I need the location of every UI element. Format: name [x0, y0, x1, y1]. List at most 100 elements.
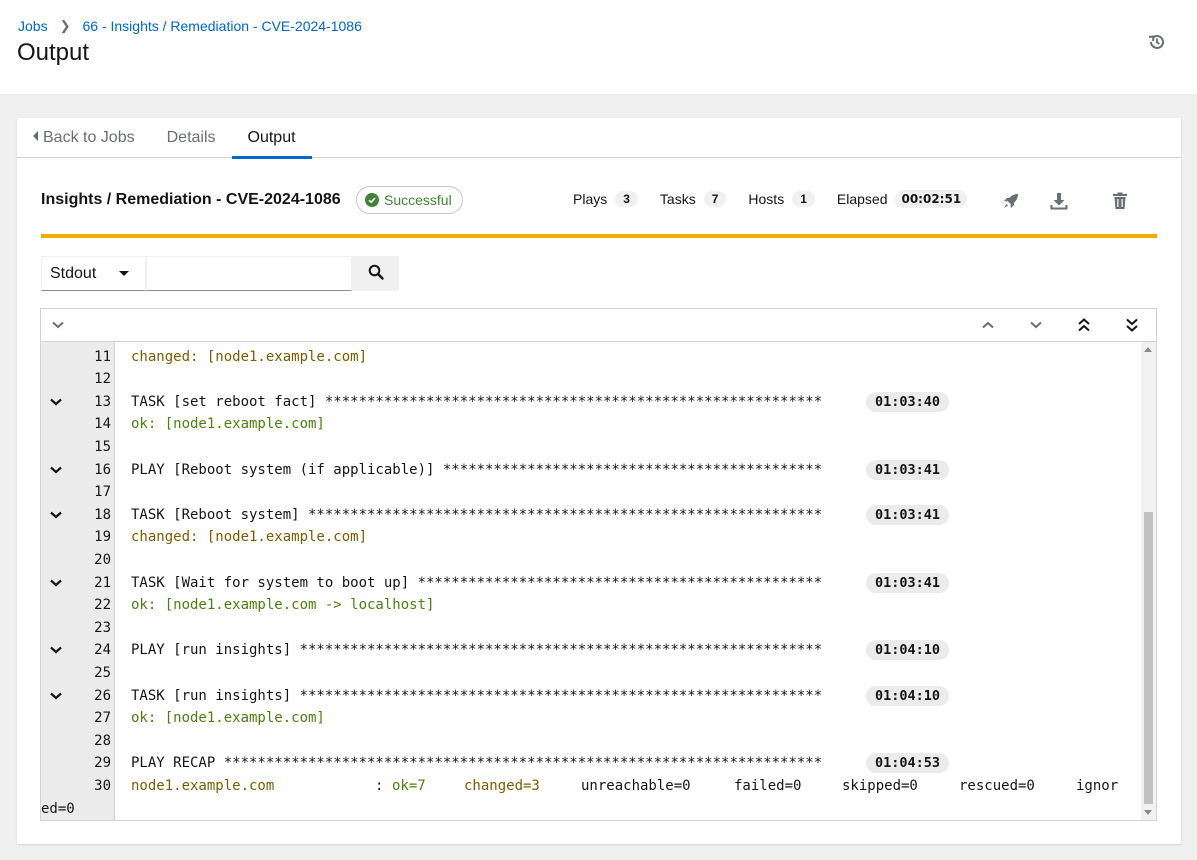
output-line: 17	[41, 481, 1141, 504]
output-line: 20	[41, 549, 1141, 572]
trash-icon[interactable]	[1110, 191, 1130, 211]
page-title: Output	[17, 39, 90, 66]
job-output-card: Back to Jobs Details Output Insights / R…	[17, 118, 1181, 844]
chevron-down-icon[interactable]	[49, 639, 63, 661]
check-circle-icon	[365, 193, 379, 207]
line-text: PLAY RECAP *****************************…	[131, 755, 823, 772]
line-text: TASK [set reboot fact] *****************…	[131, 393, 823, 410]
line-timestamp: 01:03:41	[866, 572, 950, 593]
output-line: 24 PLAY [run insights] ******************…	[41, 639, 1141, 662]
breadcrumb-separator-icon: ❯	[59, 18, 71, 33]
plays-count: 3	[615, 191, 638, 207]
output-line: 23	[41, 617, 1141, 640]
line-number: 24	[94, 642, 111, 659]
recap-colon: :	[375, 777, 384, 794]
output-line: 12	[41, 368, 1141, 391]
job-stats: Plays 3 Tasks 7 Hosts 1 Elapsed 00:02:51	[573, 190, 968, 208]
line-text: changed: [node1.example.com]	[131, 529, 368, 546]
output-line: 14 ok: [node1.example.com]	[41, 413, 1141, 436]
output-line: 19 changed: [node1.example.com]	[41, 526, 1141, 549]
caret-down-icon	[119, 271, 129, 276]
chevron-down-icon[interactable]	[49, 391, 63, 413]
line-timestamp: 01:04:53	[866, 753, 950, 774]
line-text: TASK [run insights] ********************…	[131, 687, 823, 704]
line-timestamp: 01:04:10	[866, 685, 950, 706]
recap-skipped: skipped=0	[842, 777, 918, 794]
filter-select[interactable]: Stdout	[41, 256, 146, 291]
line-number: 18	[94, 506, 111, 523]
output-line: 21 TASK [Wait for system to boot up] ****…	[41, 572, 1141, 595]
scroll-down-arrow-icon[interactable]	[1144, 810, 1152, 815]
output-scrollbar[interactable]	[1141, 342, 1156, 820]
rocket-icon[interactable]	[1001, 191, 1021, 211]
line-number: 29	[94, 755, 111, 772]
output-line: 27 ok: [node1.example.com]	[41, 707, 1141, 730]
elapsed-time: 00:02:51	[895, 190, 968, 208]
search-input[interactable]	[146, 256, 352, 291]
breadcrumb: Jobs ❯ 66 - Insights / Remediation - CVE…	[18, 18, 362, 34]
output-line: 29 PLAY RECAP ***************************…	[41, 752, 1141, 775]
history-icon[interactable]	[1147, 32, 1167, 52]
recap-ignored: ignor	[1076, 777, 1119, 794]
line-text: changed: [node1.example.com]	[131, 348, 368, 365]
chevron-down-icon[interactable]	[49, 572, 63, 594]
recap-line: 30 node1.example.com : ok=7 changed=3 un…	[41, 775, 1141, 798]
chevron-down-icon[interactable]	[49, 459, 63, 481]
line-number: 11	[94, 348, 111, 365]
job-output-panel: 11 changed: [node1.example.com] 12 13 TASK […	[40, 308, 1157, 821]
output-line: 15	[41, 436, 1141, 459]
line-text: TASK [Reboot system] *******************…	[131, 506, 823, 523]
double-chevron-down-icon[interactable]	[1124, 317, 1140, 333]
scrollbar-thumb[interactable]	[1144, 512, 1153, 804]
line-text: TASK [Wait for system to boot up] ******…	[131, 574, 823, 591]
line-timestamp: 01:04:10	[866, 640, 950, 661]
line-number: 21	[94, 574, 111, 591]
chevron-down-icon[interactable]	[49, 504, 63, 526]
recap-ok: ok=7	[392, 777, 426, 794]
output-line: 16 PLAY [Reboot system (if applicable)] *…	[41, 459, 1141, 482]
chevron-up-icon[interactable]	[980, 317, 996, 333]
chevron-down-icon[interactable]	[49, 685, 63, 707]
line-number: 12	[94, 371, 111, 388]
output-line: 26 TASK [run insights] ******************…	[41, 685, 1141, 708]
breadcrumb-jobs-link[interactable]: Jobs	[18, 18, 48, 34]
status-label: Successful	[384, 192, 452, 208]
line-text: PLAY [run insights] ********************…	[131, 642, 823, 659]
recap-failed: failed=0	[734, 777, 802, 794]
line-text: PLAY [Reboot system (if applicable)] ***…	[131, 461, 823, 478]
line-text: ok: [node1.example.com]	[131, 416, 325, 433]
tab-label: Output	[247, 129, 296, 146]
tab-label: Details	[166, 129, 216, 146]
download-icon[interactable]	[1049, 191, 1069, 211]
chevron-down-icon[interactable]	[1028, 317, 1044, 333]
output-toolbar	[41, 309, 1156, 342]
double-chevron-up-icon[interactable]	[1076, 317, 1092, 333]
job-progress-bar	[41, 234, 1157, 238]
line-timestamp: 01:03:41	[866, 459, 950, 480]
tab-details[interactable]: Details	[151, 118, 232, 158]
line-number: 15	[94, 438, 111, 455]
search-icon	[368, 264, 384, 283]
chevron-down-icon[interactable]	[50, 317, 66, 333]
filter-select-value: Stdout	[50, 264, 97, 282]
hosts-label: Hosts	[748, 191, 785, 207]
line-number: 28	[94, 732, 111, 749]
tasks-count: 7	[703, 191, 727, 207]
breadcrumb-job-link[interactable]: 66 - Insights / Remediation - CVE-2024-1…	[82, 18, 361, 34]
recap-unreachable: unreachable=0	[581, 777, 691, 794]
line-number: 13	[94, 393, 111, 410]
search-button[interactable]	[352, 256, 399, 291]
tab-label: Back to Jobs	[43, 129, 135, 146]
line-number: 30	[94, 777, 111, 794]
elapsed-label: Elapsed	[836, 191, 888, 207]
search-toolbar: Stdout	[41, 256, 399, 291]
page-header: Jobs ❯ 66 - Insights / Remediation - CVE…	[0, 0, 1197, 94]
scroll-up-arrow-icon[interactable]	[1144, 347, 1152, 352]
tab-output[interactable]: Output	[231, 118, 312, 159]
line-text: ok: [node1.example.com -> localhost]	[131, 597, 435, 614]
recap-host: node1.example.com	[131, 777, 275, 794]
hosts-count: 1	[792, 191, 815, 207]
status-badge: Successful	[356, 186, 463, 214]
line-timestamp: 01:03:41	[866, 504, 950, 525]
tab-back-to-jobs[interactable]: Back to Jobs	[17, 118, 151, 158]
